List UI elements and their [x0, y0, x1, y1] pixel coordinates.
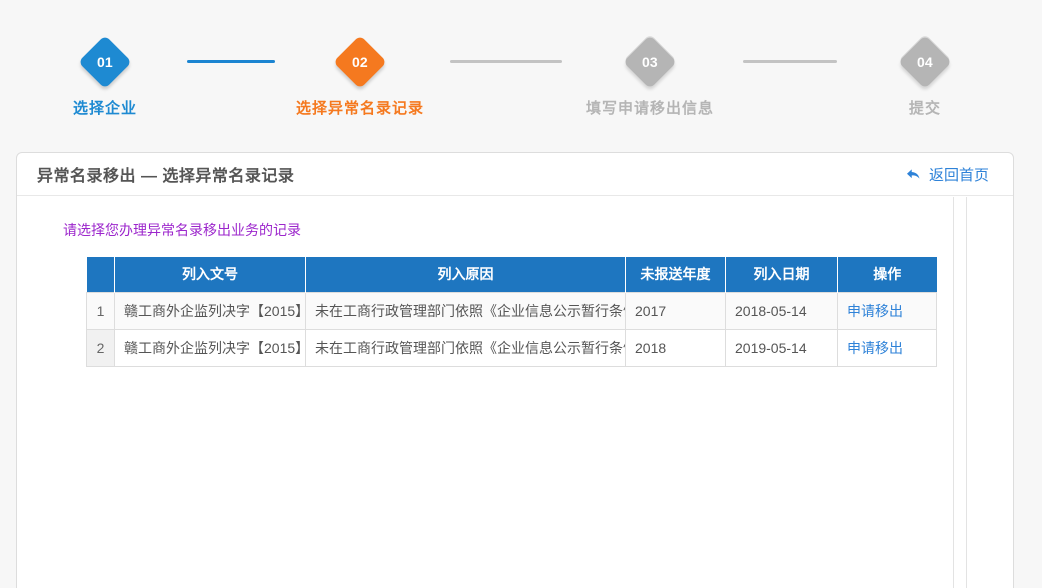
- cell-index: 2: [87, 329, 115, 366]
- col-header-doc-no: 列入文号: [115, 257, 306, 292]
- step-2-select-record: 02 选择异常名录记录: [250, 43, 470, 118]
- col-header-date: 列入日期: [726, 257, 838, 292]
- step-1-select-company: 01 选择企业: [15, 43, 195, 118]
- table-row: 1 赣工商外企监列决字【2015】 未在工商行政管理部门依照《企业信息公示暂行条…: [87, 292, 937, 329]
- cell-year: 2017: [626, 292, 726, 329]
- cell-index: 1: [87, 292, 115, 329]
- back-home-link[interactable]: 返回首页: [905, 164, 989, 185]
- scrollbar[interactable]: [953, 197, 967, 588]
- step-4-diamond: 04: [898, 35, 952, 89]
- col-header-action: 操作: [838, 257, 937, 292]
- page-title: 异常名录移出 — 选择异常名录记录: [37, 162, 294, 186]
- col-header-index: [87, 257, 115, 292]
- cell-doc-no: 赣工商外企监列决字【2015】: [115, 329, 306, 366]
- step-2-diamond: 02: [333, 35, 387, 89]
- step-3-diamond: 03: [623, 35, 677, 89]
- step-number: 04: [917, 54, 933, 70]
- step-label: 选择异常名录记录: [250, 97, 470, 118]
- cell-action: 申请移出: [838, 329, 937, 366]
- step-1-diamond: 01: [78, 35, 132, 89]
- cell-reason: 未在工商行政管理部门依照《企业信息公示暂行条例: [306, 292, 626, 329]
- step-number: 02: [352, 54, 368, 70]
- table-row: 2 赣工商外企监列决字【2015】 未在工商行政管理部门依照《企业信息公示暂行条…: [87, 329, 937, 366]
- apply-removal-link[interactable]: 申请移出: [847, 303, 903, 319]
- col-header-reason: 列入原因: [306, 257, 626, 292]
- step-number: 01: [97, 54, 113, 70]
- step-wizard: 01 选择企业 02 选择异常名录记录 03 填写申请移出信息 04 提交: [0, 0, 1042, 140]
- cell-year: 2018: [626, 329, 726, 366]
- records-table: 列入文号 列入原因 未报送年度 列入日期 操作 1 赣工商外企监列决字【2015…: [86, 257, 937, 367]
- return-arrow-icon: [905, 166, 922, 183]
- apply-removal-link[interactable]: 申请移出: [847, 340, 903, 356]
- table-header-row: 列入文号 列入原因 未报送年度 列入日期 操作: [87, 257, 937, 292]
- step-label: 选择企业: [15, 97, 195, 118]
- step-label: 提交: [815, 97, 1035, 118]
- cell-reason: 未在工商行政管理部门依照《企业信息公示暂行条例: [306, 329, 626, 366]
- panel: 异常名录移出 — 选择异常名录记录 返回首页 请选择您办理异常名录移出业务的记录…: [16, 152, 1014, 588]
- step-number: 03: [642, 54, 658, 70]
- cell-date: 2018-05-14: [726, 292, 838, 329]
- cell-doc-no: 赣工商外企监列决字【2015】: [115, 292, 306, 329]
- step-label: 填写申请移出信息: [540, 97, 760, 118]
- cell-date: 2019-05-14: [726, 329, 838, 366]
- col-header-year: 未报送年度: [626, 257, 726, 292]
- prompt-text: 请选择您办理异常名录移出业务的记录: [63, 220, 1013, 240]
- panel-header: 异常名录移出 — 选择异常名录记录 返回首页: [17, 153, 1013, 196]
- step-4-submit: 04 提交: [815, 43, 1035, 118]
- step-3-fill-info: 03 填写申请移出信息: [540, 43, 760, 118]
- back-home-label: 返回首页: [929, 164, 989, 185]
- cell-action: 申请移出: [838, 292, 937, 329]
